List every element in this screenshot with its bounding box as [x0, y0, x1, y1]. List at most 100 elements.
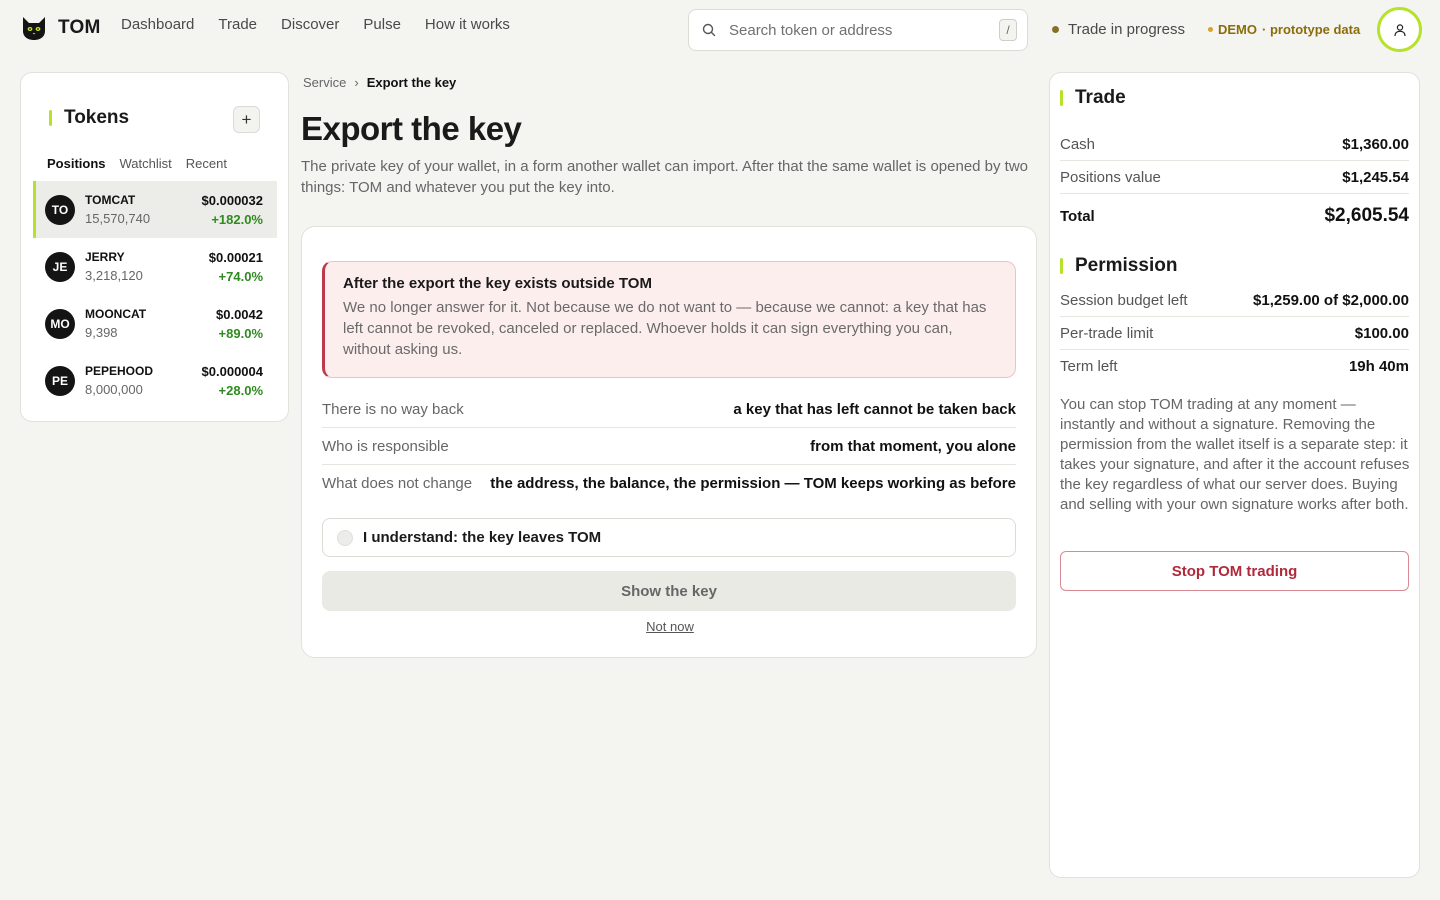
total-label: Total — [1060, 207, 1095, 225]
tokens-panel-title: Tokens — [49, 107, 129, 129]
search-icon — [702, 23, 716, 37]
permission-note: You can stop TOM trading at any moment —… — [1060, 396, 1410, 513]
search-shortcut-hint: / — [999, 19, 1017, 41]
positions-value: $1,245.54 — [1342, 168, 1409, 186]
cat-logo-icon — [23, 17, 45, 40]
search-input[interactable] — [729, 21, 999, 39]
tab-watchlist[interactable]: Watchlist — [120, 156, 172, 183]
demo-label: DEMO — [1218, 22, 1257, 37]
breadcrumb-parent[interactable]: Service — [303, 75, 346, 90]
trade-rows: Cash $1,360.00 Positions value $1,245.54… — [1060, 128, 1409, 238]
cash-value: $1,360.00 — [1342, 135, 1409, 153]
user-icon — [1393, 23, 1406, 36]
token-symbol: JERRY — [85, 250, 125, 264]
demo-sublabel: · prototype data — [1262, 22, 1361, 37]
fact-value: from that moment, you alone — [810, 437, 1016, 455]
account-button[interactable] — [1377, 7, 1422, 52]
not-now-link[interactable]: Not now — [302, 619, 1038, 634]
token-quantity: 3,218,120 — [85, 268, 143, 283]
positions-row: Positions value $1,245.54 — [1060, 161, 1409, 194]
term-row: Term left 19h 40m — [1060, 350, 1409, 383]
facts-list: There is no way back a key that has left… — [322, 391, 1016, 502]
fact-label: Who is responsible — [322, 437, 449, 455]
fact-row: Who is responsible from that moment, you… — [322, 428, 1016, 465]
token-price: $0.0042 — [216, 306, 263, 322]
understand-checkbox-row[interactable]: I understand: the key leaves TOM — [322, 518, 1016, 557]
accent-bar — [49, 110, 52, 126]
understand-checkbox[interactable] — [337, 529, 353, 546]
show-key-button[interactable]: Show the key — [322, 571, 1016, 611]
budget-value: $1,259.00 of $2,000.00 — [1253, 291, 1409, 309]
nav-how-it-works[interactable]: How it works — [425, 16, 510, 33]
nav-pulse[interactable]: Pulse — [363, 16, 401, 33]
budget-row: Session budget left $1,259.00 of $2,000.… — [1060, 284, 1409, 317]
status-dot-icon — [1052, 26, 1059, 33]
token-row[interactable]: MO MOONCAT 9,398 $0.0042 +89.0% — [33, 295, 277, 352]
token-row[interactable]: TO TOMCAT 15,570,740 $0.000032 +182.0% — [33, 181, 277, 238]
permission-rows: Session budget left $1,259.00 of $2,000.… — [1060, 284, 1409, 383]
nav-discover[interactable]: Discover — [281, 16, 339, 33]
token-change: +28.0% — [218, 382, 263, 398]
token-avatar: PE — [45, 365, 75, 396]
trade-title-text: Trade — [1075, 87, 1126, 108]
page-description: The private key of your wallet, in a for… — [301, 158, 1029, 196]
limit-label: Per-trade limit — [1060, 324, 1154, 342]
token-change: +182.0% — [211, 211, 263, 227]
tokens-title-text: Tokens — [64, 107, 130, 128]
tab-recent[interactable]: Recent — [186, 156, 227, 183]
token-list: TO TOMCAT 15,570,740 $0.000032 +182.0% J… — [33, 181, 277, 409]
token-quantity: 15,570,740 — [85, 211, 151, 226]
permission-title-text: Permission — [1075, 255, 1178, 276]
fact-label: What does not change — [322, 475, 473, 492]
token-avatar: JE — [45, 251, 75, 282]
token-row[interactable]: PE PEPEHOOD 8,000,000 $0.000004 +28.0% — [33, 352, 277, 409]
tab-positions[interactable]: Positions — [47, 156, 106, 183]
token-avatar: MO — [45, 308, 75, 339]
limit-row: Per-trade limit $100.00 — [1060, 317, 1409, 350]
cash-label: Cash — [1060, 135, 1096, 153]
stop-trading-button[interactable]: Stop TOM trading — [1060, 551, 1409, 591]
warning-body: We no longer answer for it. Not because … — [343, 299, 987, 358]
accent-bar — [1060, 90, 1063, 106]
token-symbol: PEPEHOOD — [85, 364, 154, 378]
token-quantity: 9,398 — [85, 325, 118, 340]
nav-trade[interactable]: Trade — [218, 16, 257, 33]
main-nav: Dashboard Trade Discover Pulse How it wo… — [121, 16, 510, 33]
trade-section-title: Trade — [1060, 87, 1126, 109]
limit-value: $100.00 — [1354, 324, 1409, 342]
trade-status: Trade in progress — [1052, 21, 1185, 38]
fact-value: the address, the balance, the permission… — [490, 475, 1016, 492]
logo[interactable]: TOM — [20, 14, 100, 42]
term-value: 19h 40m — [1348, 358, 1409, 375]
fact-row: There is no way back a key that has left… — [322, 391, 1016, 428]
token-symbol: TOMCAT — [85, 193, 136, 207]
app-name: TOM — [58, 17, 101, 38]
token-price: $0.000032 — [201, 192, 263, 208]
token-symbol: MOONCAT — [85, 307, 147, 321]
token-change: +89.0% — [218, 325, 263, 341]
fact-label: There is no way back — [322, 400, 464, 418]
token-price: $0.00021 — [208, 249, 263, 265]
page-title: Export the key — [301, 110, 522, 147]
warning-callout: After the export the key exists outside … — [322, 261, 1016, 378]
demo-dot-icon — [1208, 27, 1213, 32]
export-key-card: After the export the key exists outside … — [301, 226, 1037, 658]
permission-section-title: Permission — [1060, 255, 1177, 277]
demo-badge: DEMO · prototype data — [1208, 22, 1360, 37]
token-row[interactable]: JE JERRY 3,218,120 $0.00021 +74.0% — [33, 238, 277, 295]
fact-row: What does not change the address, the ba… — [322, 465, 1016, 502]
token-quantity: 8,000,000 — [85, 382, 143, 397]
cash-row: Cash $1,360.00 — [1060, 128, 1409, 161]
top-bar: TOM Dashboard Trade Discover Pulse How i… — [0, 0, 1440, 60]
trade-status-text: Trade in progress — [1068, 21, 1185, 38]
search-box[interactable]: / — [688, 9, 1028, 51]
nav-dashboard[interactable]: Dashboard — [121, 16, 194, 33]
add-token-button[interactable]: + — [233, 106, 260, 133]
trade-panel: Trade Cash $1,360.00 Positions value $1,… — [1049, 72, 1420, 878]
term-label: Term left — [1060, 358, 1118, 375]
budget-label: Session budget left — [1060, 291, 1188, 309]
accent-bar — [1060, 258, 1063, 274]
warning-title: After the export the key exists outside … — [343, 275, 652, 292]
tokens-tabs: Positions Watchlist Recent — [47, 156, 227, 183]
breadcrumb: Service › Export the key — [303, 75, 456, 90]
